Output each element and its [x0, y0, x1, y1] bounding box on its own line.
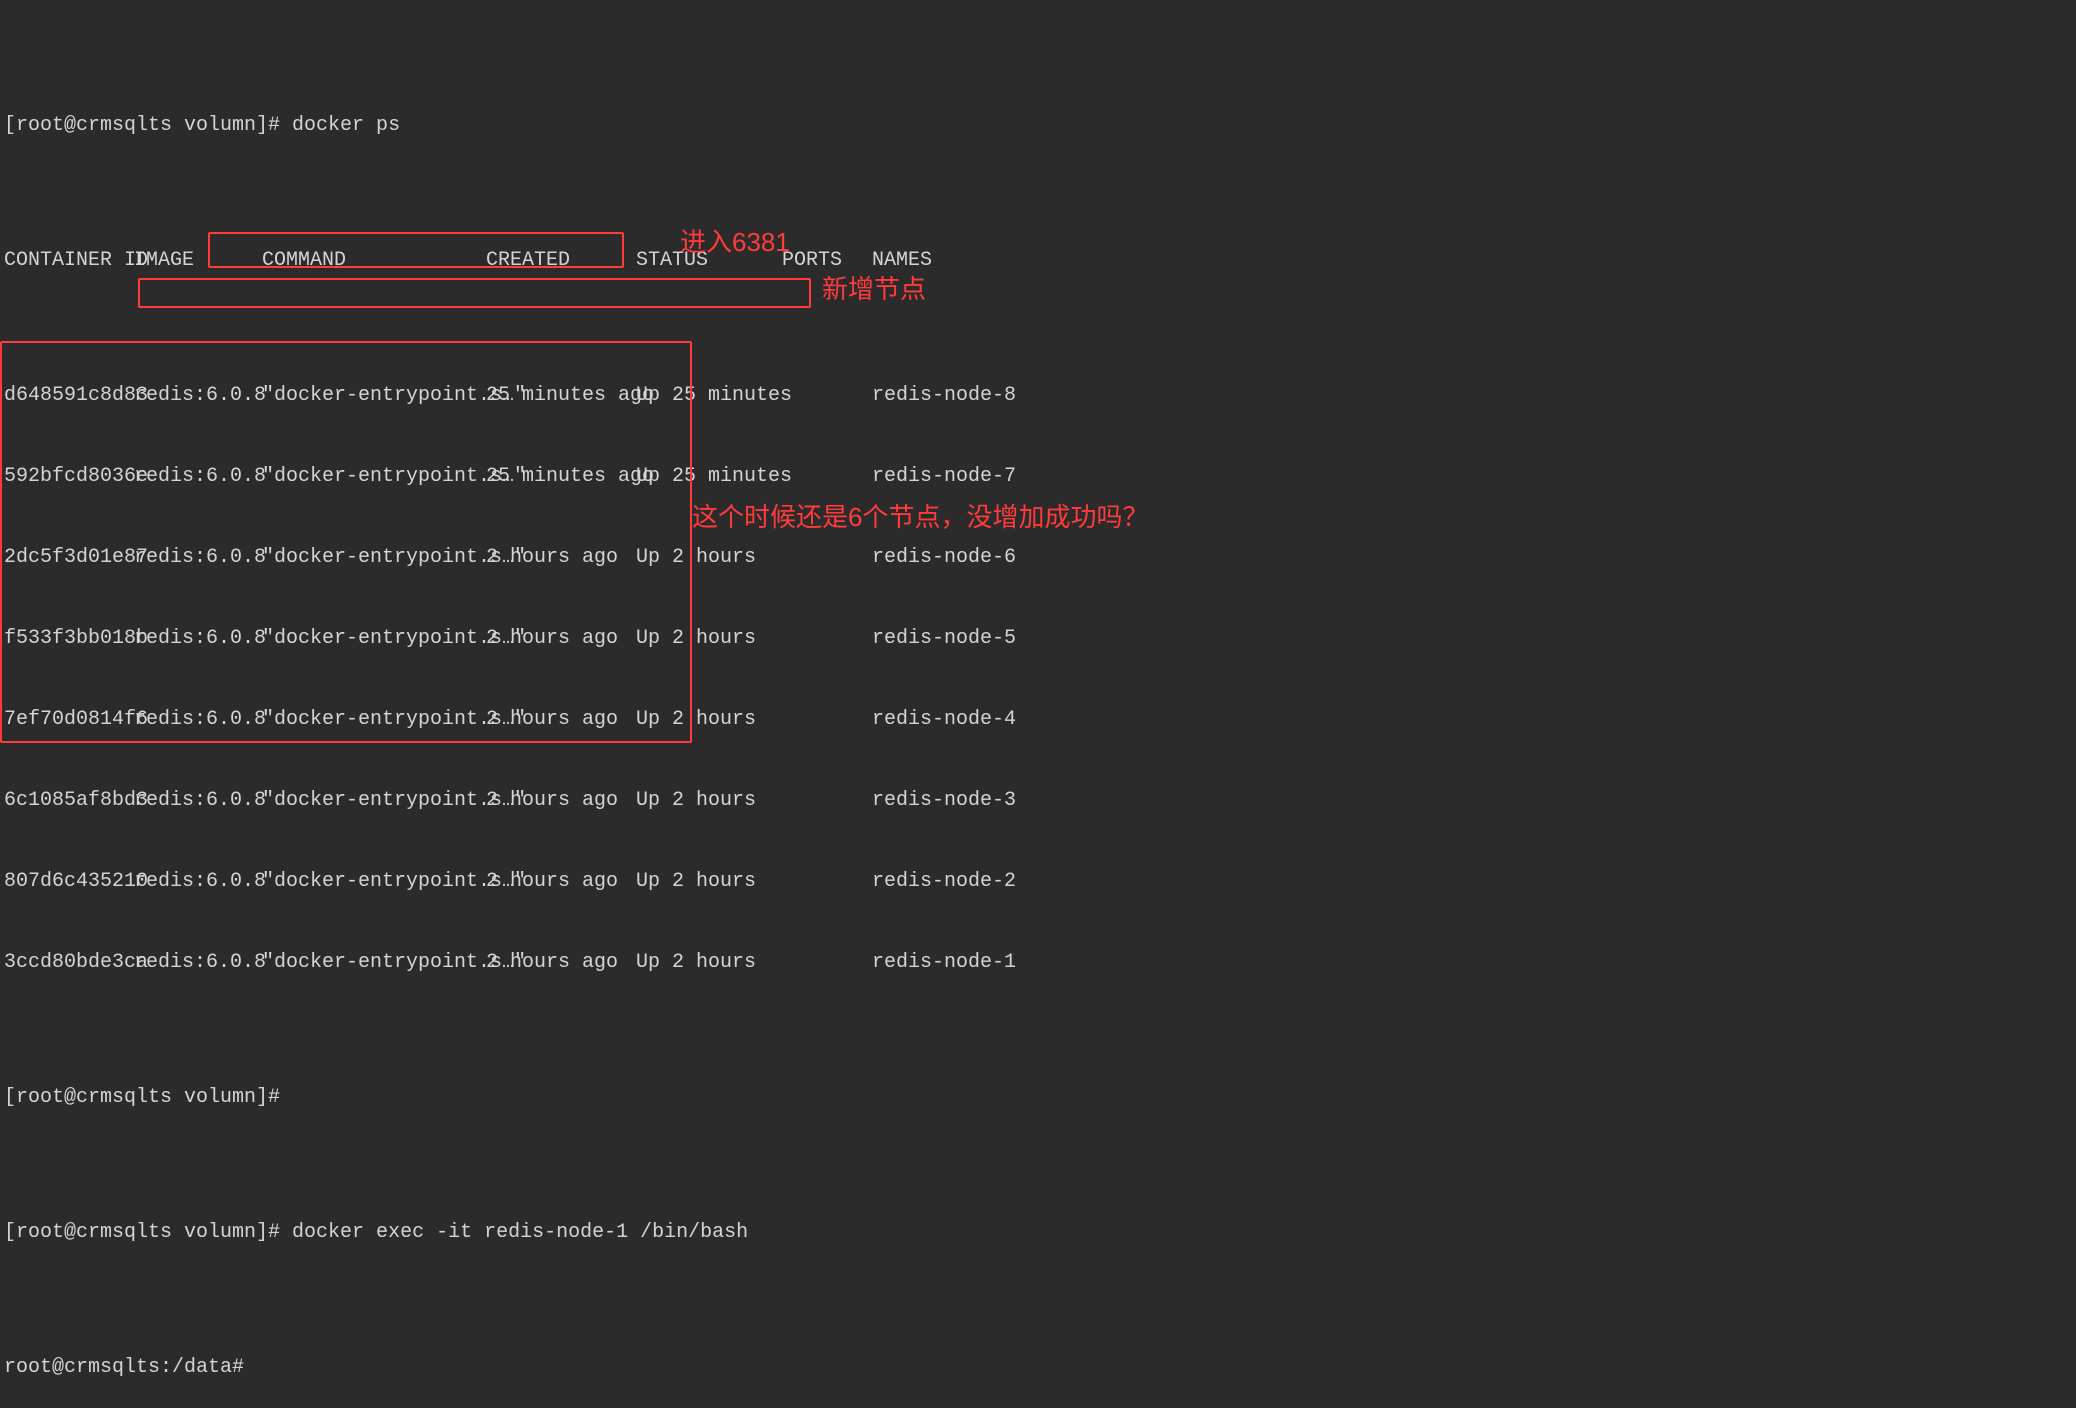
prompt-line: root@crmsqlts:/data#	[4, 1354, 2072, 1381]
ps-header: CONTAINER IDIMAGECOMMANDCREATEDSTATUSPOR…	[4, 247, 2072, 274]
annotation-text: 这个时候还是6个节点，没增加成功吗？	[692, 500, 1148, 535]
table-row: 2dc5f3d01e87redis:6.0.8"docker-entrypoin…	[4, 544, 2072, 571]
prompt-line: [root@crmsqlts volumn]#	[4, 1084, 2072, 1111]
prompt-line: [root@crmsqlts volumn]# docker ps	[4, 112, 2072, 139]
highlight-box	[138, 278, 811, 308]
prompt: [root@crmsqlts volumn]#	[4, 1221, 292, 1244]
table-row: 592bfcd8036eredis:6.0.8"docker-entrypoin…	[4, 463, 2072, 490]
annotation-text: 新增节点	[822, 272, 926, 307]
col-id: CONTAINER ID	[4, 247, 134, 274]
annotation-text: 进入6381	[680, 225, 790, 260]
table-row: f533f3bb018bredis:6.0.8"docker-entrypoin…	[4, 625, 2072, 652]
prompt: [root@crmsqlts volumn]#	[4, 114, 292, 137]
col-ports: PORTS	[782, 247, 872, 274]
table-row: 807d6c435210redis:6.0.8"docker-entrypoin…	[4, 868, 2072, 895]
table-row: 3ccd80bde3caredis:6.0.8"docker-entrypoin…	[4, 949, 2072, 976]
terminal[interactable]: [root@crmsqlts volumn]# docker ps CONTAI…	[0, 0, 2076, 1408]
command: docker exec -it redis-node-1 /bin/bash	[292, 1221, 748, 1244]
col-image: IMAGE	[134, 247, 262, 274]
table-row: d648591c8d83redis:6.0.8"docker-entrypoin…	[4, 382, 2072, 409]
table-row: 6c1085af8bd3redis:6.0.8"docker-entrypoin…	[4, 787, 2072, 814]
command: docker ps	[292, 114, 400, 137]
col-names: NAMES	[872, 247, 932, 274]
prompt-line: [root@crmsqlts volumn]# docker exec -it …	[4, 1219, 2072, 1246]
col-created: CREATED	[486, 247, 636, 274]
col-command: COMMAND	[262, 247, 486, 274]
table-row: 7ef70d0814f6redis:6.0.8"docker-entrypoin…	[4, 706, 2072, 733]
